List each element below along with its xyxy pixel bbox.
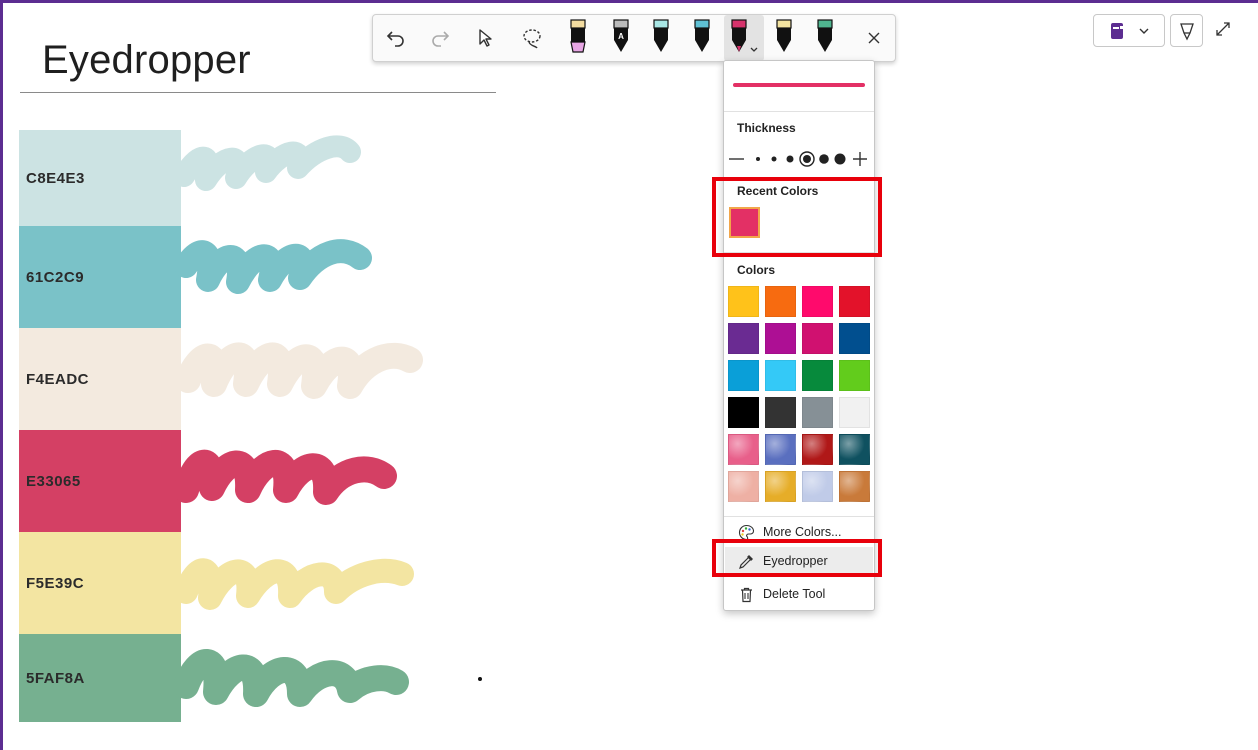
color-swatch[interactable] bbox=[765, 360, 796, 391]
ink-stroke-4[interactable] bbox=[173, 449, 397, 505]
thickness-heading: Thickness bbox=[737, 121, 796, 135]
close-icon bbox=[868, 32, 880, 44]
notebook-icon bbox=[1111, 22, 1124, 39]
pen-pink-icon bbox=[731, 19, 758, 52]
ink-stroke-1[interactable] bbox=[173, 135, 361, 191]
lasso-select-button[interactable] bbox=[514, 15, 550, 61]
expand-icon bbox=[1216, 22, 1230, 36]
ink-to-shape-icon bbox=[1179, 22, 1194, 40]
colors-heading: Colors bbox=[737, 263, 776, 277]
texture-color-swatch[interactable] bbox=[839, 471, 870, 502]
pen-a-icon: A bbox=[613, 19, 629, 52]
color-swatch[interactable] bbox=[839, 323, 870, 354]
redo-icon bbox=[432, 31, 450, 47]
texture-color-swatch[interactable] bbox=[728, 471, 759, 502]
ink-stroke-3[interactable] bbox=[175, 342, 423, 399]
texture-color-swatch[interactable] bbox=[802, 471, 833, 502]
color-swatch[interactable] bbox=[728, 360, 759, 391]
trash-icon bbox=[738, 586, 755, 603]
more-colors-label: More Colors... bbox=[763, 525, 842, 539]
draw-toolbar: A bbox=[372, 14, 896, 62]
expand-button[interactable] bbox=[1212, 18, 1234, 40]
color-swatch[interactable] bbox=[839, 286, 870, 317]
pen-yellow-icon bbox=[776, 19, 792, 52]
color-swatch[interactable] bbox=[765, 286, 796, 317]
pen-options-panel: Thickness Recent Colors Colors More Colo… bbox=[723, 60, 875, 611]
recent-colors-highlight-box bbox=[712, 177, 882, 257]
thickness-selector bbox=[729, 151, 867, 167]
ink-stroke-5[interactable] bbox=[174, 558, 414, 610]
ink-strokes bbox=[173, 135, 423, 707]
pen-black-a[interactable]: A bbox=[606, 15, 636, 61]
texture-color-swatch[interactable] bbox=[765, 434, 796, 465]
pen-green-cap[interactable] bbox=[810, 15, 840, 61]
thickness-option-2[interactable] bbox=[771, 156, 777, 162]
ink-dot[interactable] bbox=[478, 677, 482, 681]
delete-tool-menu-item[interactable]: Delete Tool bbox=[725, 580, 873, 608]
ink-to-shape-button[interactable] bbox=[1170, 14, 1203, 47]
pen-pink-selected[interactable] bbox=[724, 15, 764, 61]
ink-stroke-6[interactable] bbox=[173, 649, 409, 707]
select-objects-icon bbox=[479, 29, 492, 47]
thickness-option-3[interactable] bbox=[786, 155, 794, 163]
color-swatch[interactable] bbox=[839, 397, 870, 428]
highlighter-pen-icon bbox=[570, 19, 586, 53]
lasso-select-icon bbox=[523, 29, 541, 49]
color-swatch[interactable] bbox=[728, 286, 759, 317]
delete-tool-label: Delete Tool bbox=[763, 587, 826, 601]
texture-color-swatch[interactable] bbox=[728, 434, 759, 465]
pen-highlighter-purple[interactable] bbox=[563, 15, 593, 61]
color-swatch[interactable] bbox=[765, 397, 796, 428]
color-swatch[interactable] bbox=[802, 323, 833, 354]
pen-teal-icon bbox=[653, 19, 669, 52]
texture-color-swatch[interactable] bbox=[765, 471, 796, 502]
ink-stroke-2[interactable] bbox=[174, 239, 372, 294]
color-swatch[interactable] bbox=[839, 360, 870, 391]
color-swatch[interactable] bbox=[728, 323, 759, 354]
color-swatch[interactable] bbox=[802, 360, 833, 391]
panel-divider bbox=[724, 516, 874, 517]
undo-button[interactable] bbox=[378, 15, 414, 61]
color-swatch[interactable] bbox=[802, 286, 833, 317]
pen-black-teal-cap[interactable] bbox=[646, 15, 676, 61]
pen-blue-icon bbox=[694, 19, 710, 52]
pen-black-blue-cap[interactable] bbox=[687, 15, 717, 61]
color-swatch[interactable] bbox=[765, 323, 796, 354]
close-toolbar-button[interactable] bbox=[859, 15, 889, 61]
texture-color-swatch[interactable] bbox=[802, 434, 833, 465]
thickness-option-5[interactable] bbox=[819, 154, 829, 164]
stroke-preview bbox=[733, 83, 865, 87]
pen-green-icon bbox=[817, 19, 833, 52]
color-swatch[interactable] bbox=[728, 397, 759, 428]
notebook-selector-button[interactable] bbox=[1093, 14, 1165, 47]
color-swatch[interactable] bbox=[802, 397, 833, 428]
eyedropper-highlight-box bbox=[712, 539, 882, 577]
thickness-option-1[interactable] bbox=[756, 157, 760, 161]
panel-divider bbox=[724, 111, 874, 112]
select-objects-button[interactable] bbox=[467, 15, 503, 61]
increase-thickness-icon[interactable] bbox=[853, 152, 867, 166]
thickness-option-6[interactable] bbox=[834, 153, 846, 165]
undo-icon bbox=[386, 31, 404, 47]
pen-yellow-cap[interactable] bbox=[769, 15, 799, 61]
redo-button[interactable] bbox=[422, 15, 458, 61]
chevron-down-icon bbox=[1139, 28, 1149, 34]
texture-color-swatch[interactable] bbox=[839, 434, 870, 465]
svg-text:A: A bbox=[618, 32, 624, 41]
palette-icon bbox=[738, 524, 755, 541]
